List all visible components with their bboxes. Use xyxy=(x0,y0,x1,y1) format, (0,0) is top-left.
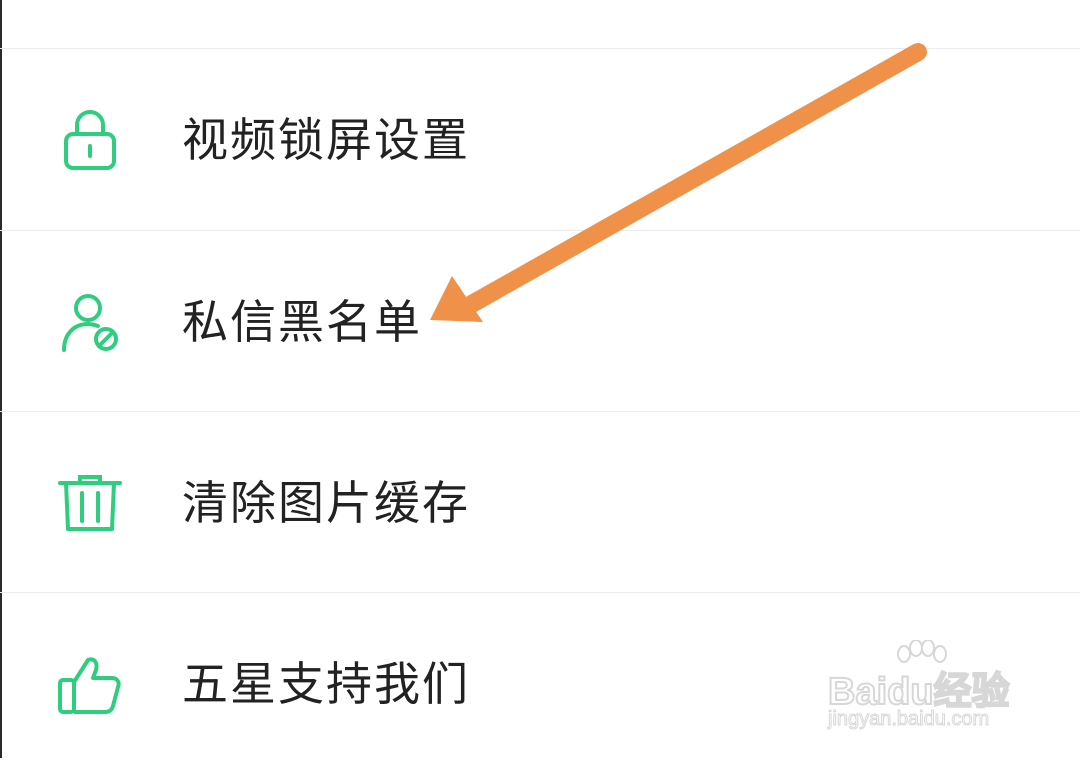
trash-icon xyxy=(58,471,122,535)
divider xyxy=(0,230,1080,231)
menu-item-label: 私信黑名单 xyxy=(182,295,422,349)
menu-item-label: 视频锁屏设置 xyxy=(182,113,470,167)
watermark-brand: Baidu经验 xyxy=(827,670,1011,714)
divider xyxy=(0,592,1080,593)
divider xyxy=(0,411,1080,412)
menu-item-clear-image-cache[interactable]: 清除图片缓存 xyxy=(0,413,1080,593)
baidu-jingyan-watermark: Baidu经验 jingyan.baidu.com xyxy=(822,640,1032,740)
divider xyxy=(0,48,1080,49)
menu-item-dm-blacklist[interactable]: 私信黑名单 xyxy=(0,232,1080,412)
watermark-url: jingyan.baidu.com xyxy=(827,708,990,731)
menu-item-label: 五星支持我们 xyxy=(182,657,470,711)
thumbs-up-icon xyxy=(58,652,122,716)
lock-icon xyxy=(58,108,122,172)
menu-item-label: 清除图片缓存 xyxy=(182,476,470,530)
user-blocked-icon xyxy=(58,290,122,354)
menu-item-video-lock[interactable]: 视频锁屏设置 xyxy=(0,50,1080,230)
